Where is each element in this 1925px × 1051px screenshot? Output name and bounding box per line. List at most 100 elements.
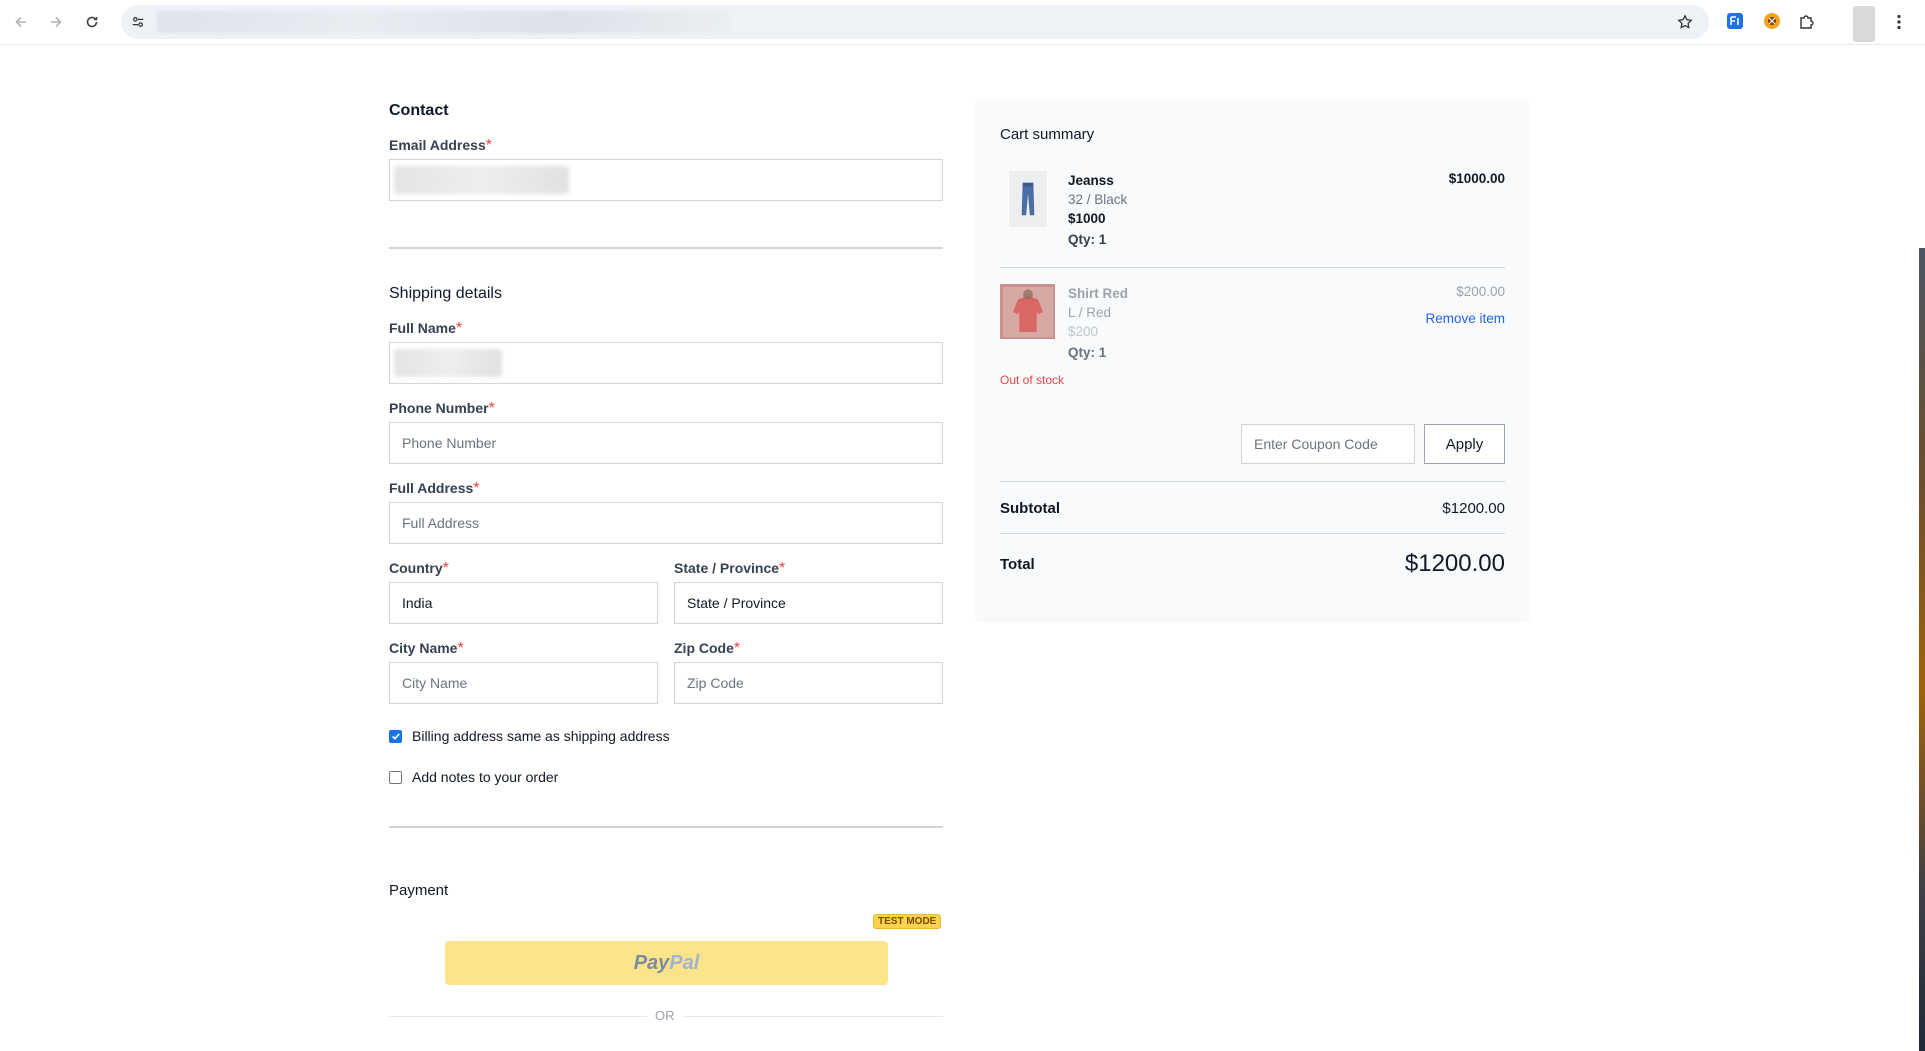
back-arrow-icon[interactable] — [9, 10, 33, 34]
item-line-total: $1000.00 — [1448, 171, 1505, 186]
total-row: Total $1200.00 — [1000, 549, 1505, 579]
order-notes-row[interactable]: Add notes to your order — [389, 769, 558, 785]
divider — [1000, 481, 1505, 482]
state-label: State / Province — [674, 560, 780, 576]
item-name: Shirt Red — [1068, 286, 1129, 301]
required-mark: * — [473, 480, 480, 497]
item-variant: 32 / Black — [1068, 192, 1128, 207]
phone-label: Phone Number — [389, 400, 489, 416]
required-mark: * — [455, 320, 463, 337]
order-notes-label: Add notes to your order — [412, 769, 559, 785]
city-label-wrap: City Name* — [389, 640, 464, 658]
full-name-value-redacted — [394, 349, 502, 377]
apply-coupon-button[interactable]: Apply — [1424, 424, 1505, 464]
item-line-total: $200.00 — [1456, 284, 1505, 299]
zip-label: Zip Code — [674, 640, 734, 656]
background-window-edge — [1919, 248, 1925, 1051]
or-divider-text: OR — [647, 1008, 683, 1023]
required-mark: * — [779, 560, 786, 577]
jeans-thumbnail — [1009, 171, 1047, 227]
avatar[interactable] — [1853, 6, 1875, 42]
menu-dots-icon[interactable] — [1888, 10, 1910, 34]
paypal-button[interactable]: Pay Pal — [445, 941, 888, 985]
subtotal-label: Subtotal — [1000, 499, 1060, 517]
bookmark-star-icon[interactable] — [1675, 12, 1695, 32]
total-label: Total — [1000, 555, 1035, 573]
zip-placeholder: Zip Code — [687, 675, 744, 691]
city-placeholder: City Name — [402, 675, 468, 691]
email-value-redacted — [394, 166, 569, 194]
item-variant: L / Red — [1068, 305, 1112, 320]
divider — [1000, 533, 1505, 534]
divider — [389, 247, 943, 249]
shipping-heading: Shipping details — [389, 285, 502, 302]
forward-arrow-icon[interactable] — [44, 10, 68, 34]
item-quantity: Qty: 1 — [1068, 232, 1107, 247]
puzzle-extensions-icon[interactable] — [1796, 10, 1818, 32]
billing-same-row[interactable]: Billing address same as shipping address — [389, 728, 670, 744]
country-select[interactable]: India — [389, 582, 658, 624]
extension-icon[interactable] — [1724, 10, 1746, 32]
full-name-field[interactable] — [389, 342, 943, 384]
subtotal-row: Subtotal $1200.00 — [1000, 497, 1505, 519]
required-mark: * — [457, 640, 464, 657]
billing-same-checkbox[interactable] — [389, 729, 402, 743]
site-settings-icon[interactable] — [129, 13, 147, 31]
contact-heading: Contact — [389, 102, 449, 119]
cart-item: Jeanss 32 / Black $1000 Qty: 1 $1000.00 — [1000, 171, 1505, 261]
email-label: Email Address — [389, 137, 486, 153]
paypal-logo-pay: Pay — [633, 951, 670, 974]
item-price: $200 — [1068, 324, 1099, 339]
state-value: State / Province — [687, 595, 786, 611]
full-name-label: Full Name — [389, 320, 456, 336]
email-field[interactable] — [389, 159, 943, 201]
item-name: Jeanss — [1068, 173, 1114, 188]
cart-summary: Cart summary Jeanss 32 / Black $1000 Qty… — [976, 101, 1529, 619]
zip-code-field[interactable]: Zip Code — [674, 662, 943, 704]
phone-label-wrap: Phone Number* — [389, 400, 495, 418]
divider — [389, 826, 943, 828]
remove-item-link[interactable]: Remove item — [1425, 311, 1505, 326]
payment-heading: Payment — [389, 882, 449, 899]
shirt-thumbnail — [1000, 284, 1055, 339]
city-label: City Name — [389, 640, 458, 656]
address-label: Full Address — [389, 480, 474, 496]
full-address-field[interactable]: Full Address — [389, 502, 943, 544]
cart-item-details: Shirt Red L / Red $200 Qty: 1 — [1068, 284, 1128, 362]
order-notes-checkbox[interactable] — [389, 770, 402, 784]
email-label-wrap: Email Address* — [389, 137, 492, 155]
cart-summary-title: Cart summary — [1000, 126, 1095, 143]
country-label-wrap: Country* — [389, 560, 449, 578]
test-mode-badge: TEST MODE — [873, 914, 942, 929]
address-label-wrap: Full Address* — [389, 480, 480, 498]
cart-item-details: Jeanss 32 / Black $1000 Qty: 1 — [1068, 171, 1127, 249]
required-mark: * — [485, 137, 492, 154]
billing-same-label: Billing address same as shipping address — [412, 728, 670, 744]
address-placeholder: Full Address — [402, 515, 480, 531]
divider — [1000, 267, 1505, 268]
coupon-placeholder: Enter Coupon Code — [1254, 436, 1378, 452]
subtotal-value: $1200.00 — [1442, 499, 1505, 517]
coupon-code-input[interactable]: Enter Coupon Code — [1241, 424, 1415, 464]
required-mark: * — [442, 560, 449, 577]
city-name-field[interactable]: City Name — [389, 662, 658, 704]
total-value: $1200.00 — [1404, 550, 1505, 577]
full-name-label-wrap: Full Name* — [389, 320, 462, 338]
item-price: $1000 — [1068, 211, 1106, 226]
state-label-wrap: State / Province* — [674, 560, 785, 578]
zip-label-wrap: Zip Code* — [674, 640, 740, 658]
country-label: Country — [389, 560, 443, 576]
phone-number-field[interactable]: Phone Number — [389, 422, 943, 464]
country-value: India — [402, 595, 433, 611]
phone-placeholder: Phone Number — [402, 435, 497, 451]
paypal-logo-pal: Pal — [669, 951, 700, 974]
state-select[interactable]: State / Province — [674, 582, 943, 624]
reload-icon[interactable] — [80, 10, 104, 34]
required-mark: * — [488, 400, 495, 417]
out-of-stock-label: Out of stock — [1000, 373, 1065, 387]
browser-toolbar — [0, 0, 1925, 45]
extension-icon[interactable] — [1761, 10, 1783, 32]
address-bar[interactable] — [121, 5, 1709, 39]
required-mark: * — [733, 640, 741, 657]
url-text-redacted — [157, 11, 732, 33]
